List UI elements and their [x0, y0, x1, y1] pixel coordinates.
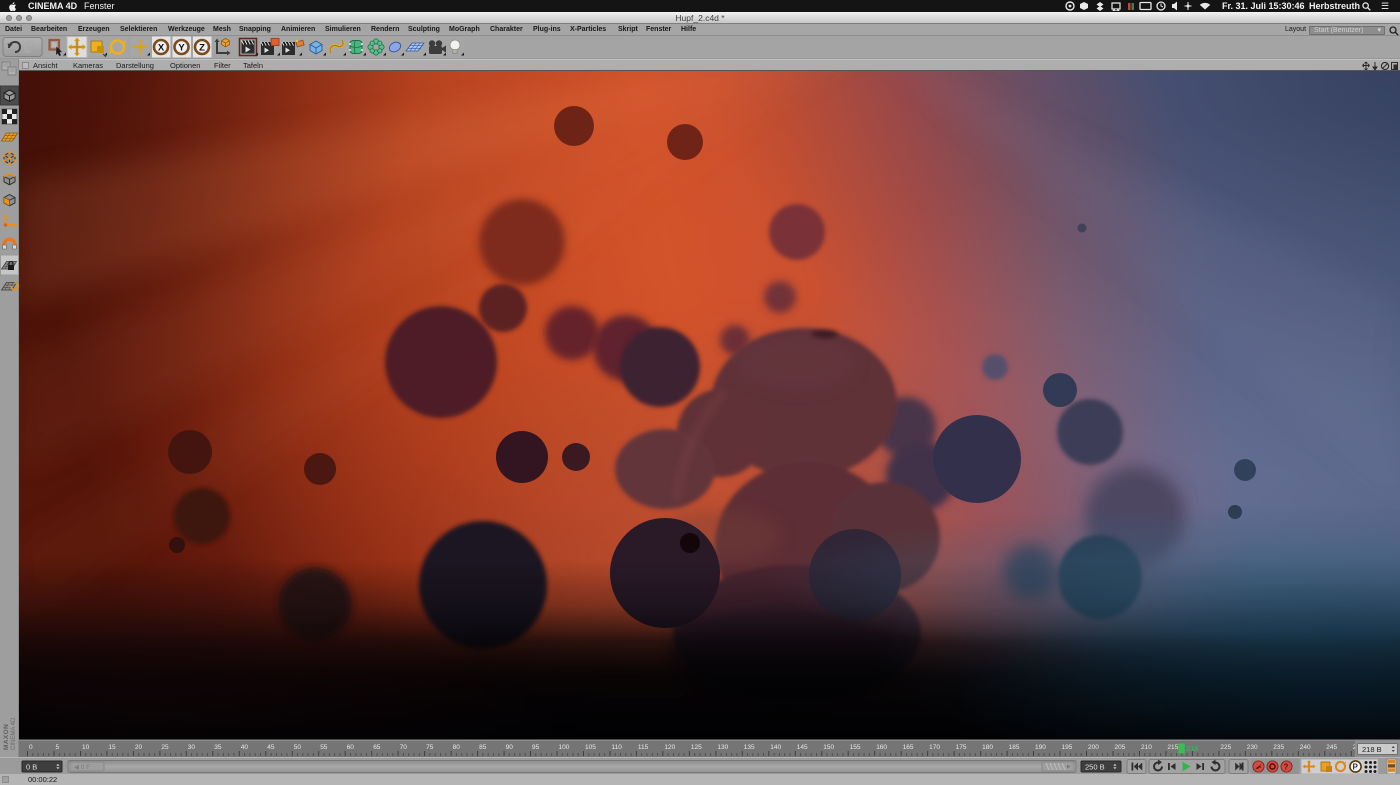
svg-text:155: 155 — [850, 744, 861, 751]
svg-text:0: 0 — [29, 744, 33, 751]
svg-text:90: 90 — [506, 744, 514, 751]
svg-text:◀ 0 F: ◀ 0 F — [74, 764, 90, 771]
svg-text:?: ? — [1284, 763, 1289, 772]
svg-text:215: 215 — [1167, 744, 1178, 751]
svg-text:CINEMA 4D: CINEMA 4D — [11, 717, 17, 750]
svg-text:185: 185 — [1009, 744, 1020, 751]
svg-text:55: 55 — [320, 744, 328, 751]
svg-text:20: 20 — [135, 744, 143, 751]
svg-text:125: 125 — [691, 744, 702, 751]
svg-text:135: 135 — [744, 744, 755, 751]
svg-text:50: 50 — [294, 744, 302, 751]
svg-text:10: 10 — [82, 744, 90, 751]
svg-text:5: 5 — [56, 744, 60, 751]
svg-text:X: X — [158, 42, 165, 53]
svg-text:195: 195 — [1062, 744, 1073, 751]
svg-text:105: 105 — [585, 744, 596, 751]
svg-text:130: 130 — [717, 744, 728, 751]
svg-text:170: 170 — [929, 744, 940, 751]
svg-text:0 B: 0 B — [26, 763, 37, 772]
svg-text:250 B: 250 B — [1085, 763, 1105, 772]
svg-text:180: 180 — [982, 744, 993, 751]
svg-text:140: 140 — [770, 744, 781, 751]
svg-text:120: 120 — [664, 744, 675, 751]
svg-text:85: 85 — [479, 744, 487, 751]
svg-text:190: 190 — [1035, 744, 1046, 751]
svg-text:100: 100 — [559, 744, 570, 751]
svg-text:110: 110 — [612, 744, 623, 751]
svg-text:240: 240 — [1300, 744, 1311, 751]
svg-text:80: 80 — [453, 744, 461, 751]
svg-text:160: 160 — [876, 744, 887, 751]
svg-text:150: 150 — [823, 744, 834, 751]
svg-text:165: 165 — [903, 744, 914, 751]
svg-text:15: 15 — [108, 744, 116, 751]
svg-text:30: 30 — [188, 744, 196, 751]
svg-text:Y: Y — [178, 42, 185, 53]
svg-text:175: 175 — [956, 744, 967, 751]
svg-text:245: 245 — [1326, 744, 1337, 751]
svg-text:218: 218 — [1186, 746, 1198, 753]
svg-text:40: 40 — [241, 744, 249, 751]
svg-text:230: 230 — [1247, 744, 1258, 751]
svg-text:95: 95 — [532, 744, 540, 751]
svg-text:145: 145 — [797, 744, 808, 751]
svg-text:235: 235 — [1273, 744, 1284, 751]
svg-text:200: 200 — [1088, 744, 1099, 751]
svg-text:45: 45 — [267, 744, 275, 751]
svg-text:75: 75 — [426, 744, 434, 751]
svg-text:205: 205 — [1115, 744, 1126, 751]
svg-text:60: 60 — [347, 744, 355, 751]
svg-text:35: 35 — [214, 744, 222, 751]
svg-text:70: 70 — [400, 744, 408, 751]
svg-text:115: 115 — [638, 744, 649, 751]
svg-text:P: P — [1353, 763, 1359, 772]
svg-text:225: 225 — [1220, 744, 1231, 751]
svg-text:MAXON: MAXON — [3, 724, 10, 750]
svg-text:Z: Z — [199, 42, 205, 53]
svg-text:25: 25 — [161, 744, 169, 751]
svg-text:210: 210 — [1141, 744, 1152, 751]
svg-text:218 B: 218 B — [1362, 745, 1382, 754]
svg-text:65: 65 — [373, 744, 381, 751]
